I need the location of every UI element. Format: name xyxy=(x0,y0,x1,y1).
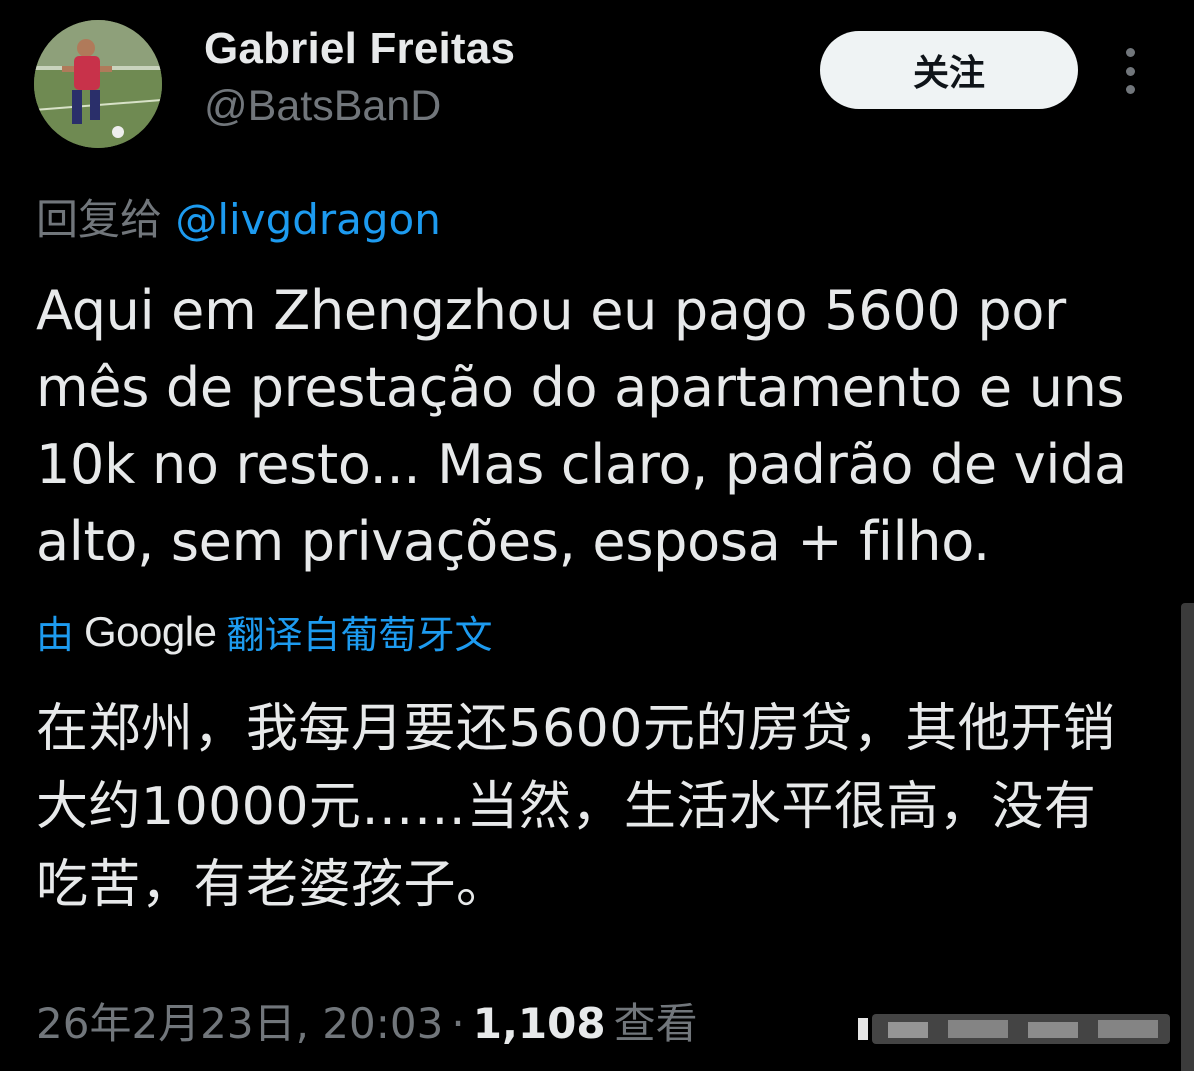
more-dot xyxy=(1125,66,1135,76)
author-name[interactable]: Gabriel Freitas xyxy=(204,24,515,74)
reply-target-link[interactable]: @livgdragon xyxy=(175,195,441,244)
translated-text: 在郑州，我每月要还5600元的房贷，其他开销大约10000元……当然，生活水平很… xyxy=(36,699,1116,915)
meta-separator: · xyxy=(451,999,465,1048)
views-count[interactable]: 1,108 xyxy=(473,999,606,1048)
watermark-icon xyxy=(858,1014,1170,1044)
author-handle[interactable]: @BatsBanD xyxy=(204,82,441,131)
translation-attribution[interactable]: 由 Google 翻译自葡萄牙文 xyxy=(36,604,492,659)
more-dot xyxy=(1125,85,1135,94)
views-label: 查看 xyxy=(613,999,698,1048)
tweet-header: Gabriel Freitas @BatsBanD 关注 xyxy=(34,20,1164,150)
google-logo: Google xyxy=(84,607,217,655)
follow-button[interactable]: 关注 xyxy=(820,31,1078,109)
translation-source-label[interactable]: 翻译自葡萄牙文 xyxy=(226,604,492,659)
translation-by-label: 由 xyxy=(36,613,75,657)
profile-photo-icon xyxy=(34,20,162,148)
scrollbar[interactable] xyxy=(1181,603,1194,1071)
reply-prefix: 回复给 xyxy=(36,195,163,244)
avatar[interactable] xyxy=(34,20,162,148)
timestamp-link[interactable]: 26年2月23日, 20:03 xyxy=(36,999,443,1048)
more-dot xyxy=(1125,48,1135,57)
tweet-meta: 26年2月23日, 20:03 · 1,108 查看 xyxy=(36,990,698,1051)
more-vertical-icon[interactable] xyxy=(1112,48,1148,94)
tweet-text: Aqui em Zhengzhou eu pago 5600 por mês d… xyxy=(36,279,1127,573)
reply-context: 回复给 @livgdragon xyxy=(36,186,441,247)
